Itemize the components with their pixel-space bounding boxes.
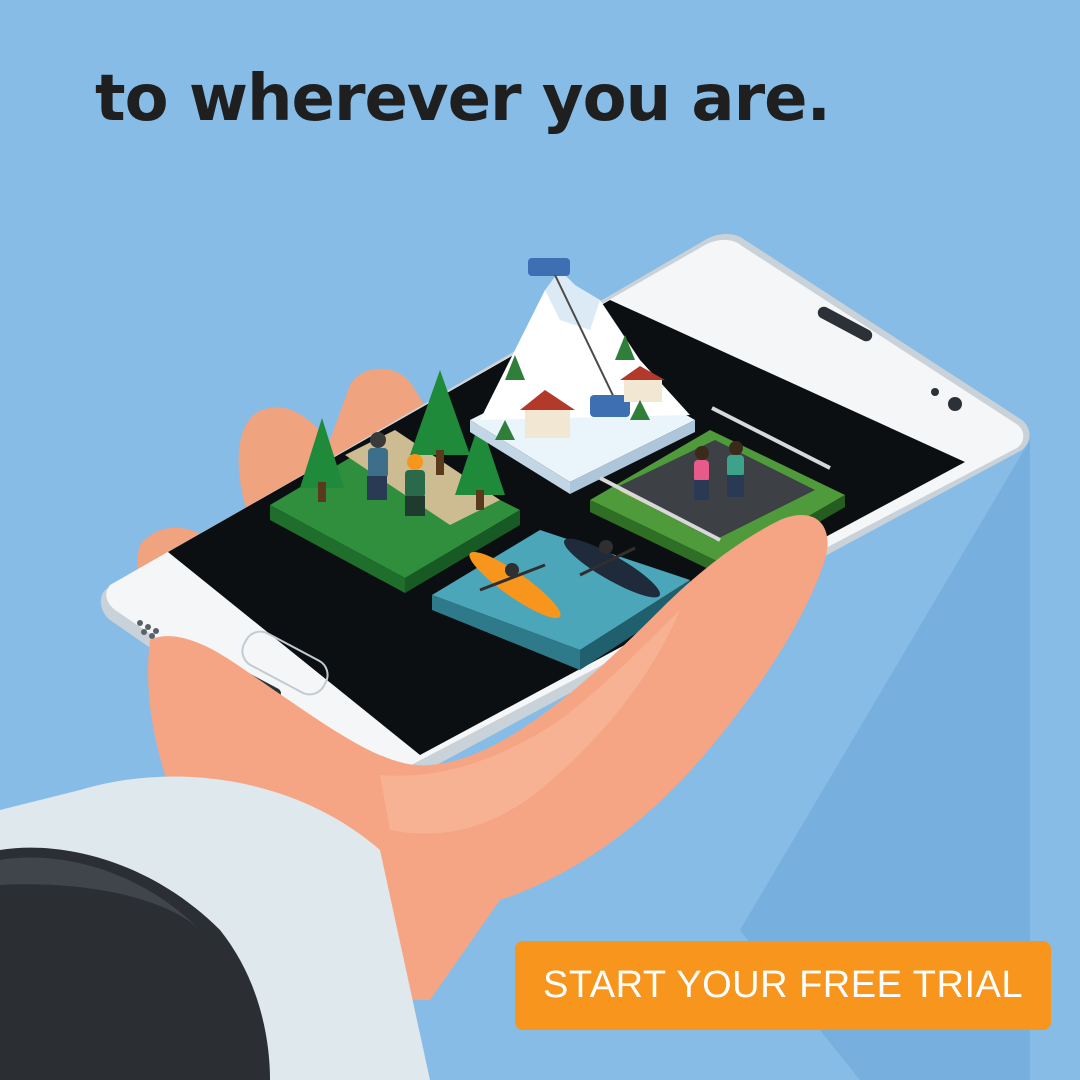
camera-lens (948, 397, 962, 411)
start-free-trial-button[interactable]: START YOUR FREE TRIAL (515, 941, 1051, 1030)
ski-lift-top (528, 258, 570, 276)
phone-hand-illustration (0, 234, 1030, 1080)
ad-banner: to wherever you are. START YOUR FREE TRI… (0, 0, 1080, 1080)
camera-dot (931, 388, 939, 396)
